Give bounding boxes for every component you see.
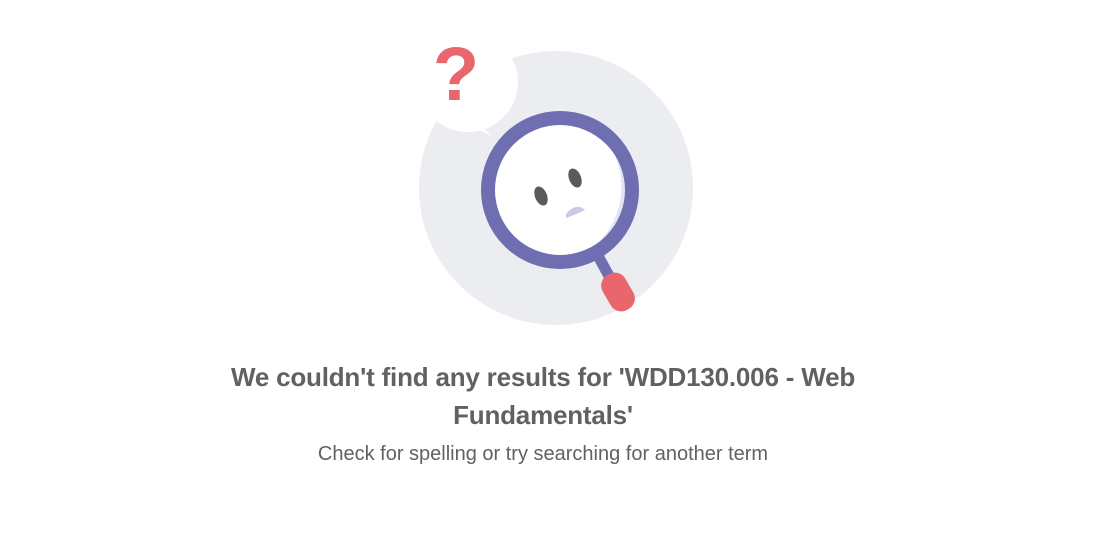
no-results-illustration: ? <box>418 32 693 325</box>
no-results-subtitle: Check for spelling or try searching for … <box>317 443 769 465</box>
empty-state: We couldn't find any results for 'WDD130… <box>0 358 1086 468</box>
question-mark-icon: ? <box>433 32 479 117</box>
no-results-title: We couldn't find any results for 'WDD130… <box>230 362 856 430</box>
